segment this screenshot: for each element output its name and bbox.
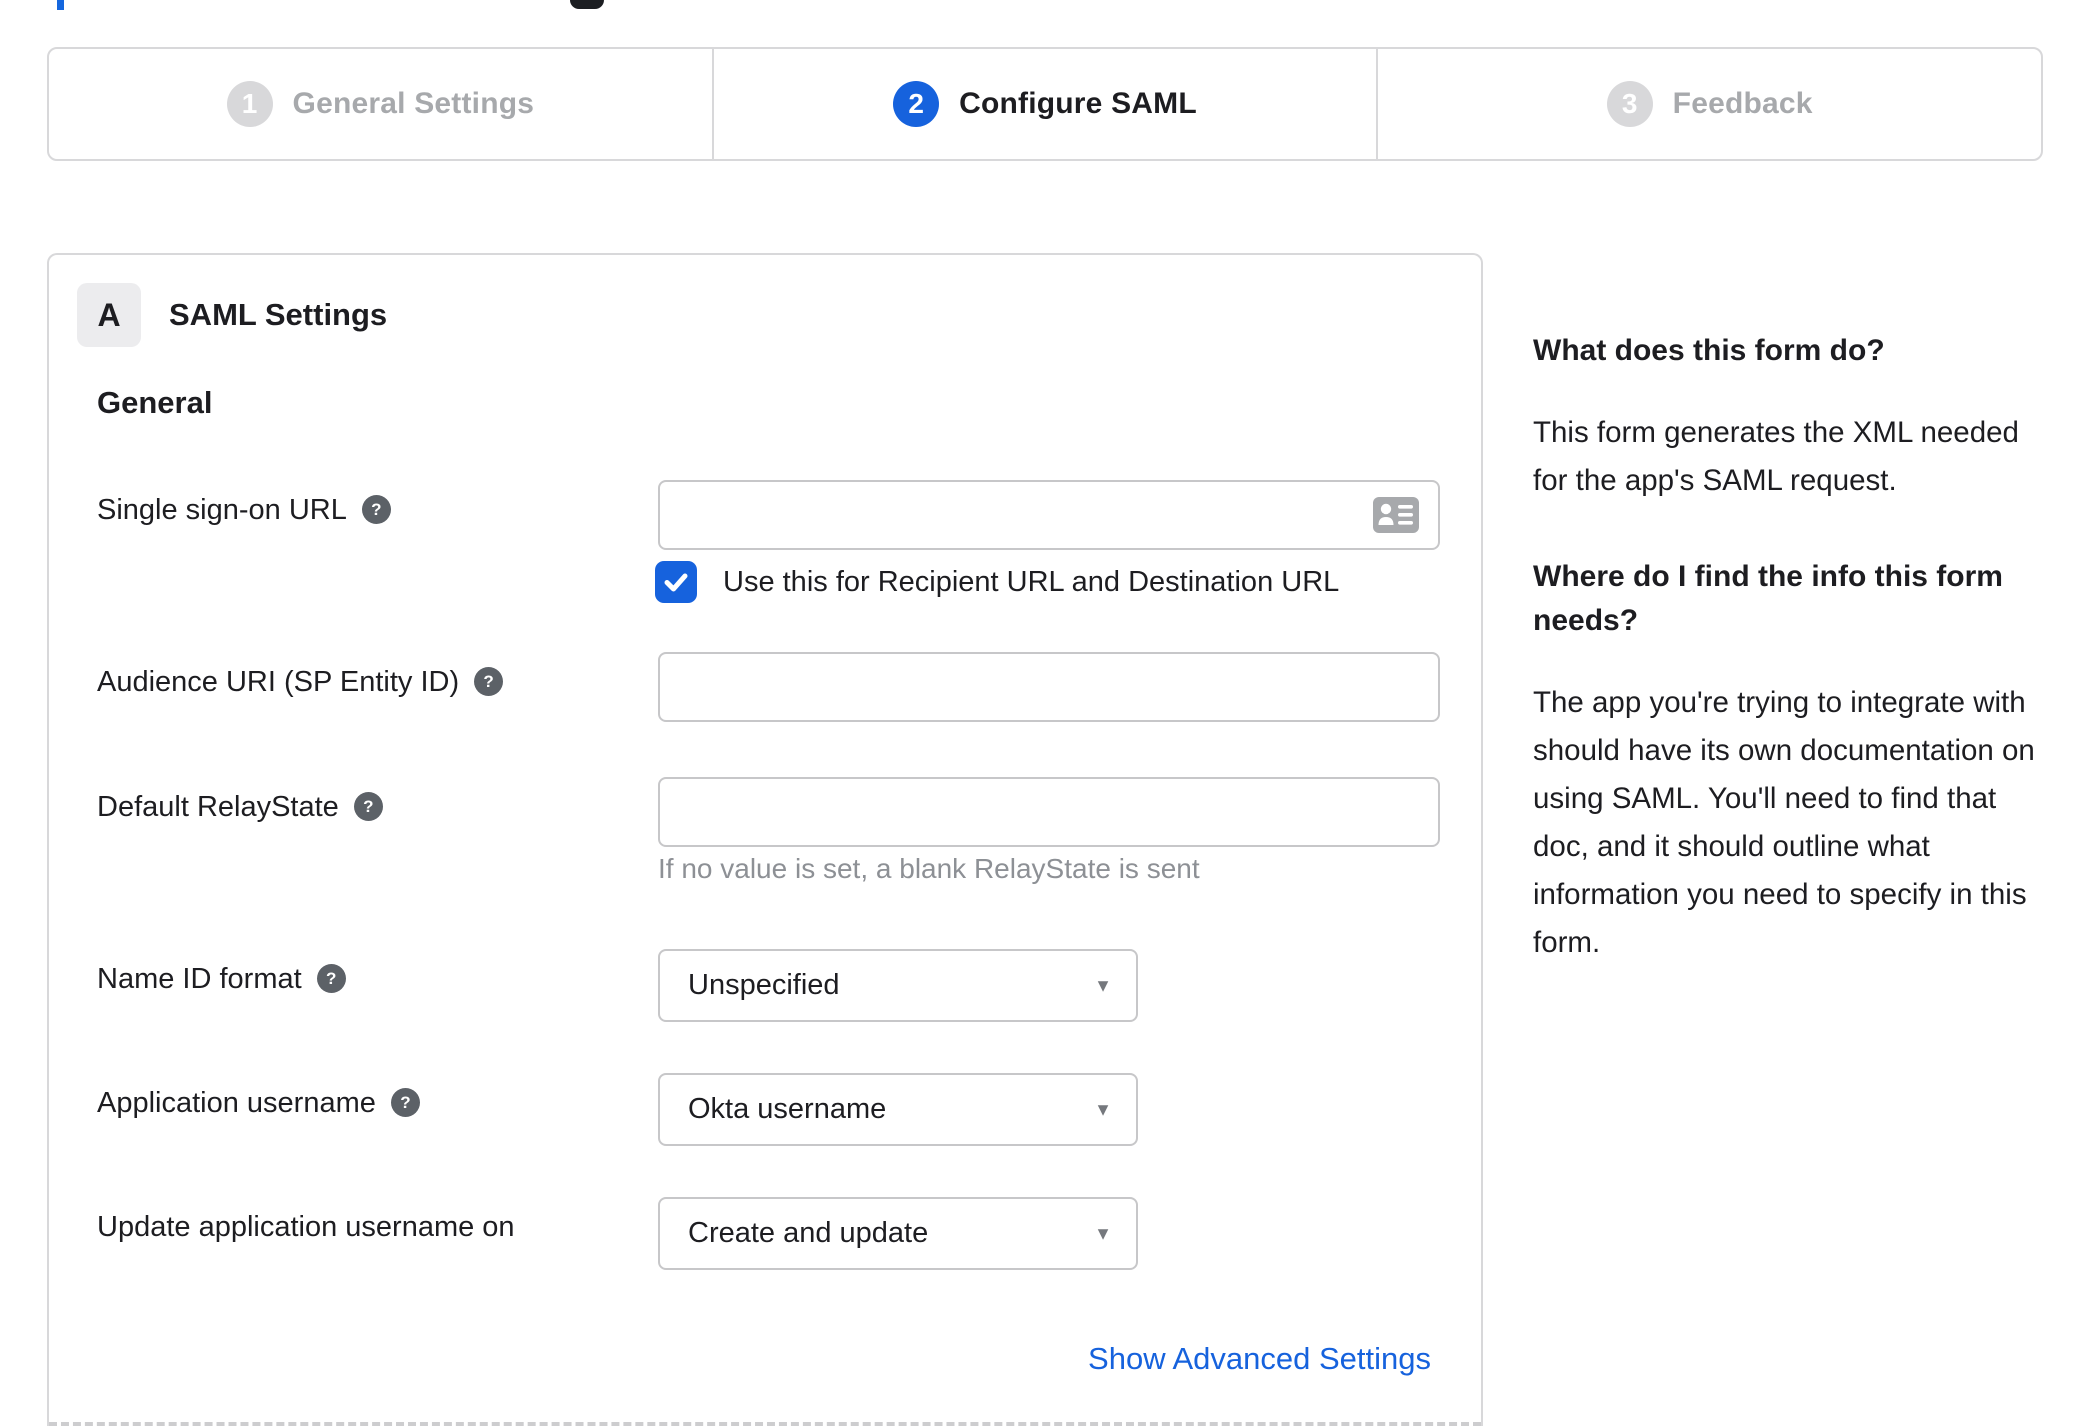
- help-icon[interactable]: ?: [474, 667, 504, 696]
- default-relaystate-label-text: Default RelayState: [97, 791, 339, 823]
- step-3-label: Feedback: [1672, 87, 1813, 120]
- application-username-label: Application username ?: [97, 1087, 420, 1120]
- step-general-settings: 1 General Settings: [49, 49, 714, 159]
- chevron-down-icon: ▼: [1094, 975, 1112, 995]
- help-icon[interactable]: ?: [390, 1088, 420, 1117]
- recipient-url-checkbox-row: Use this for Recipient URL and Destinati…: [655, 561, 1339, 603]
- step-1-label: General Settings: [292, 87, 535, 120]
- name-id-format-select[interactable]: Unspecified ▼: [658, 949, 1138, 1022]
- default-relaystate-input[interactable]: [658, 777, 1440, 847]
- show-advanced-settings-link[interactable]: Show Advanced Settings: [1088, 1341, 1431, 1377]
- chevron-down-icon: ▼: [1094, 1223, 1112, 1243]
- name-id-format-label: Name ID format ?: [97, 963, 346, 996]
- help-sidebar: What does this form do? This form genera…: [1533, 329, 2047, 1017]
- relaystate-hint: If no value is set, a blank RelayState i…: [658, 853, 1200, 884]
- update-app-username-value: Create and update: [688, 1217, 929, 1249]
- audience-uri-input[interactable]: [658, 652, 1440, 722]
- section-dashed-divider: [49, 1422, 1481, 1426]
- step-3-circle: 3: [1606, 81, 1653, 127]
- card-title: SAML Settings: [169, 297, 388, 332]
- cropped-header-dark-fragment: [570, 0, 604, 9]
- single-sign-on-url-label-text: Single sign-on URL: [97, 494, 347, 526]
- update-app-username-label: Update application username on: [97, 1211, 515, 1244]
- application-username-value: Okta username: [688, 1093, 887, 1125]
- cropped-header-blue-fragment: [57, 0, 64, 10]
- single-sign-on-url-input[interactable]: [658, 480, 1440, 550]
- step-2-circle: 2: [893, 81, 940, 127]
- sidebar-heading-where: Where do I find the info this form needs…: [1533, 560, 2003, 637]
- audience-uri-label-text: Audience URI (SP Entity ID): [97, 666, 460, 698]
- section-a-badge: A: [77, 283, 141, 347]
- recipient-url-checkbox-label[interactable]: Use this for Recipient URL and Destinati…: [723, 566, 1339, 599]
- saml-settings-card: A SAML Settings General Single sign-on U…: [47, 253, 1483, 1426]
- help-icon[interactable]: ?: [316, 964, 346, 993]
- single-sign-on-url-label: Single sign-on URL ?: [97, 494, 391, 527]
- recipient-url-checkbox[interactable]: [655, 561, 697, 603]
- application-username-label-text: Application username: [97, 1087, 376, 1119]
- step-configure-saml: 2 Configure SAML: [714, 49, 1379, 159]
- chevron-down-icon: ▼: [1094, 1099, 1112, 1119]
- default-relaystate-label: Default RelayState ?: [97, 791, 383, 824]
- sidebar-heading-what: What does this form do?: [1533, 334, 1885, 367]
- help-icon[interactable]: ?: [353, 792, 383, 821]
- help-icon[interactable]: ?: [361, 495, 391, 524]
- update-app-username-label-text: Update application username on: [97, 1211, 515, 1243]
- sidebar-body-where: The app you're trying to integrate with …: [1533, 686, 2035, 959]
- contact-card-icon[interactable]: [1372, 496, 1420, 534]
- step-1-circle: 1: [226, 81, 273, 127]
- name-id-format-label-text: Name ID format: [97, 963, 302, 995]
- application-username-select[interactable]: Okta username ▼: [658, 1073, 1138, 1146]
- single-sign-on-url-input-wrap: [658, 480, 1440, 550]
- configure-saml-page: 1 General Settings 2 Configure SAML 3 Fe…: [0, 0, 2092, 1426]
- sidebar-body-what: This form generates the XML needed for t…: [1533, 416, 2019, 497]
- checkmark-icon: [664, 573, 688, 592]
- general-section-heading: General: [97, 385, 213, 420]
- audience-uri-label: Audience URI (SP Entity ID) ?: [97, 666, 504, 699]
- wizard-stepper: 1 General Settings 2 Configure SAML 3 Fe…: [47, 47, 2043, 161]
- update-app-username-select[interactable]: Create and update ▼: [658, 1197, 1138, 1270]
- name-id-format-value: Unspecified: [688, 969, 840, 1001]
- step-2-label: Configure SAML: [959, 87, 1197, 120]
- step-feedback: 3 Feedback: [1378, 49, 2041, 159]
